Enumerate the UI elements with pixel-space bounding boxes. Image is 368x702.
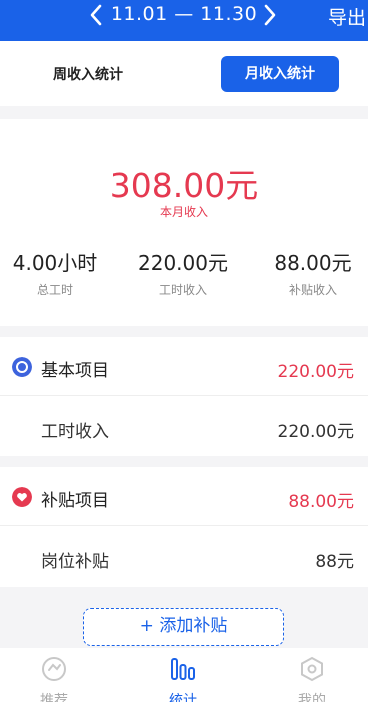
divider bbox=[0, 525, 368, 526]
heart-icon bbox=[12, 487, 32, 507]
top-header: 11.01 — 11.30 导出 bbox=[0, 0, 368, 41]
divider bbox=[0, 395, 368, 396]
nav-recommend[interactable]: 推荐 bbox=[14, 656, 94, 702]
stat-value: 88.00元 bbox=[274, 251, 352, 275]
nav-label: 统计 bbox=[169, 693, 197, 702]
nav-mine[interactable]: 我的 bbox=[272, 656, 352, 702]
tab-weekly[interactable]: 周收入统计 bbox=[30, 59, 146, 91]
total-income-label: 本月收入 bbox=[159, 205, 208, 219]
stat-label: 工时收入 bbox=[158, 283, 207, 297]
stat-subsidy-income: 88.00元 补贴收入 bbox=[258, 247, 368, 298]
nav-label: 我的 bbox=[298, 693, 326, 702]
stat-label: 补贴收入 bbox=[288, 283, 337, 297]
chevron-right-icon[interactable] bbox=[258, 0, 282, 32]
section-amount: 88.00元 bbox=[288, 492, 354, 512]
basic-section-header: 基本项目 220.00元 bbox=[0, 337, 368, 396]
stat-total-hours: 4.00小时 总工时 bbox=[0, 247, 110, 298]
section-title: 补贴项目 bbox=[41, 491, 109, 511]
section-title: 基本项目 bbox=[41, 361, 109, 381]
item-amount: 220.00元 bbox=[277, 422, 354, 442]
stat-label: 总工时 bbox=[36, 283, 73, 297]
circle-target-icon bbox=[12, 357, 32, 377]
total-income-amount: 308.00元 bbox=[109, 166, 259, 205]
item-label: 岗位补贴 bbox=[41, 552, 109, 572]
export-button[interactable]: 导出 bbox=[328, 3, 368, 30]
stat-value: 220.00元 bbox=[138, 251, 228, 275]
recommend-icon bbox=[42, 657, 66, 681]
bottom-nav: 推荐 统计 我的 bbox=[0, 648, 368, 702]
item-amount: 88元 bbox=[315, 552, 354, 572]
add-subsidy-button[interactable]: + 添加补贴 bbox=[83, 608, 284, 646]
section-amount: 220.00元 bbox=[277, 362, 354, 382]
tab-monthly[interactable]: 月收入统计 bbox=[221, 56, 339, 92]
date-range: 11.01 — 11.30 bbox=[110, 3, 258, 25]
income-summary-card: 308.00元 本月收入 4.00小时 总工时 220.00元 工时收入 88.… bbox=[0, 119, 368, 326]
nav-label: 推荐 bbox=[40, 693, 68, 702]
subsidy-items-section: 补贴项目 88.00元 岗位补贴 88元 bbox=[0, 467, 368, 587]
stat-work-income: 220.00元 工时收入 bbox=[128, 247, 238, 298]
period-tabs: 周收入统计 月收入统计 bbox=[0, 41, 368, 106]
nav-stats[interactable]: 统计 bbox=[143, 656, 223, 702]
stat-value: 4.00小时 bbox=[12, 251, 98, 275]
chevron-left-icon[interactable] bbox=[84, 0, 108, 32]
list-item[interactable]: 工时收入 220.00元 bbox=[0, 397, 368, 456]
basic-items-section: 基本项目 220.00元 工时收入 220.00元 bbox=[0, 337, 368, 456]
item-label: 工时收入 bbox=[41, 422, 109, 442]
subsidy-section-header: 补贴项目 88.00元 bbox=[0, 467, 368, 526]
list-item[interactable]: 岗位补贴 88元 bbox=[0, 527, 368, 586]
mine-icon bbox=[301, 656, 323, 682]
stats-icon bbox=[171, 658, 195, 680]
